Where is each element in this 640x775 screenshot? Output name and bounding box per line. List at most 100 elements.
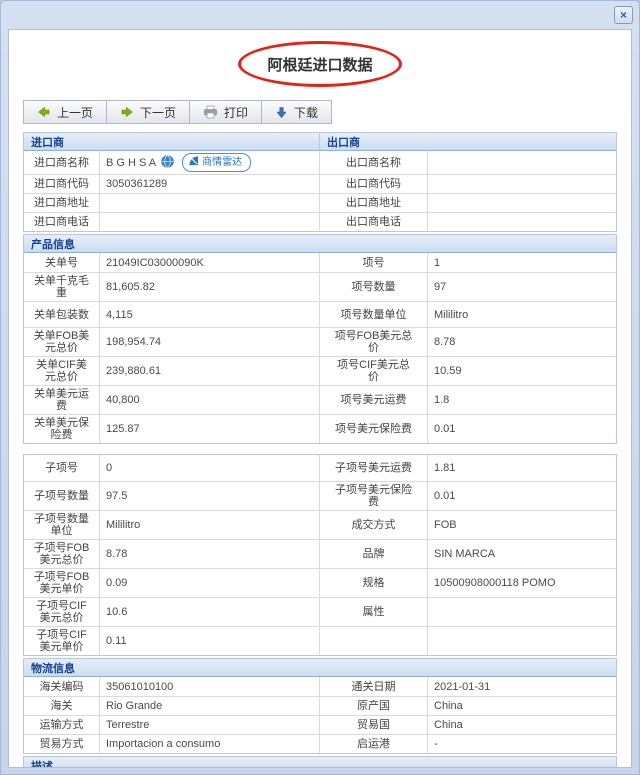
field-label: 贸易方式: [24, 735, 100, 753]
field-value: [428, 151, 616, 174]
field-label: 运输方式: [24, 716, 100, 734]
field-label: 关单CIF美元总价: [24, 357, 100, 385]
logistics-table: 物流信息 海关编码 35061010100 通关日期 2021-01-31 海关…: [23, 658, 617, 754]
field-value: 0.01: [434, 423, 456, 435]
field-value: Mililitro: [434, 308, 469, 321]
download-icon: [275, 106, 288, 119]
print-label: 打印: [224, 105, 249, 120]
table-row: 子项号 0 子项号美元运费 1.81: [24, 455, 616, 481]
prev-page-label: 上一页: [57, 105, 94, 120]
field-label: 项号CIF美元总价: [320, 357, 428, 385]
field-value: 10.6: [100, 598, 320, 626]
table-row: 关单FOB美元总价 198,954.74 项号FOB美元总价 8.78: [24, 327, 616, 356]
importer-section-header: 进口商: [24, 133, 320, 151]
field-label: 项号美元保险费: [320, 415, 428, 443]
field-label: 项号数量单位: [320, 302, 428, 327]
prev-page-icon: [37, 105, 51, 119]
radar-icon: [188, 155, 199, 170]
field-value: 0.01: [434, 490, 456, 502]
radar-badge-button[interactable]: 商情雷达: [182, 153, 252, 172]
field-label: 关单包装数: [24, 302, 100, 327]
field-label: 属性: [320, 598, 428, 626]
table-row: 进口商代码 3050361289 出口商代码: [24, 174, 616, 193]
field-value: Importacion a consumo: [100, 735, 320, 753]
field-value: 40,800: [100, 386, 320, 414]
field-label: 项号FOB美元总价: [320, 328, 428, 356]
table-row: 关单包装数 4,115 项号数量单位 Mililitro: [24, 301, 616, 327]
table-row: 进口商名称 B G H S A 商情雷达 出口商名称: [24, 151, 616, 174]
field-label: 子项号FOB美元总价: [24, 540, 100, 568]
field-value: SIN MARCA: [434, 548, 496, 560]
field-value: 10500908000118 POMO: [434, 577, 556, 589]
dialog-window: × 阿根廷进口数据 上一页 下一页 打印 下载 进口商 出口商 进口商名称 B …: [0, 0, 640, 775]
close-icon: ×: [619, 8, 627, 22]
field-value: 10.59: [434, 365, 462, 377]
field-label: 原产国: [320, 697, 428, 715]
field-label: 项号: [320, 253, 428, 272]
print-icon: [203, 105, 218, 119]
field-value: [100, 213, 320, 231]
field-value: [428, 175, 616, 193]
table-row: 子项号CIF美元总价 10.6 属性: [24, 597, 616, 626]
field-label: 海关: [24, 697, 100, 715]
field-label: 出口商地址: [320, 194, 428, 212]
field-label: 子项号美元运费: [320, 455, 428, 481]
download-button[interactable]: 下载: [262, 101, 332, 123]
table-row: 子项号数量 97.5 子项号美元保险费 0.01: [24, 481, 616, 510]
field-value: 81,605.82: [100, 273, 320, 301]
field-value: 1: [434, 256, 441, 269]
field-value: 125.87: [100, 415, 320, 443]
table-row: 海关 Rio Grande 原产国 China: [24, 696, 616, 715]
table-row: 关单美元运费 40,800 项号美元运费 1.8: [24, 385, 616, 414]
field-value: [428, 194, 616, 212]
field-label: 项号数量: [320, 273, 428, 301]
field-label: 通关日期: [320, 677, 428, 696]
page-title: 阿根廷进口数据: [267, 56, 373, 74]
close-button[interactable]: ×: [614, 6, 633, 24]
table-row: 关单号 21049IC03000090K 项号 1: [24, 253, 616, 272]
field-value: 1.8: [434, 394, 450, 406]
field-label: 出口商名称: [320, 151, 428, 174]
field-value: 4,115: [100, 302, 320, 327]
field-value: 198,954.74: [100, 328, 320, 356]
field-label: 子项号FOB美元单价: [24, 569, 100, 597]
field-label: 进口商名称: [24, 151, 100, 174]
field-value: 239,880.61: [100, 357, 320, 385]
field-label: 进口商地址: [24, 194, 100, 212]
field-value: -: [434, 738, 438, 750]
field-label: 关单号: [24, 253, 100, 272]
logistics-section-header: 物流信息: [24, 659, 616, 677]
exporter-section-header: 出口商: [320, 133, 616, 151]
field-value: 3050361289: [100, 175, 320, 193]
table-row: 子项号FOB美元单价 0.09 规格 10500908000118 POMO: [24, 568, 616, 597]
prev-page-button[interactable]: 上一页: [24, 101, 108, 123]
field-value: 1.81: [434, 462, 456, 474]
table-row: 关单CIF美元总价 239,880.61 项号CIF美元总价 10.59: [24, 356, 616, 385]
product-section-header: 产品信息: [24, 235, 616, 253]
field-value: China: [434, 700, 463, 712]
title-area: 阿根廷进口数据: [9, 41, 631, 87]
field-value: Terrestre: [100, 716, 320, 734]
print-button[interactable]: 打印: [190, 101, 263, 123]
field-value: 21049IC03000090K: [100, 253, 320, 272]
table-row: 关单美元保险费 125.87 项号美元保险费 0.01: [24, 414, 616, 443]
field-label: 子项号数量: [24, 482, 100, 510]
field-label: 海关编码: [24, 677, 100, 696]
field-label: 成交方式: [320, 511, 428, 539]
table-row: 进口商电话 出口商电话: [24, 212, 616, 231]
importer-name-value: B G H S A: [106, 156, 157, 169]
next-page-icon: [120, 105, 134, 119]
field-label: 进口商代码: [24, 175, 100, 193]
next-page-button[interactable]: 下一页: [107, 101, 191, 123]
next-page-label: 下一页: [140, 105, 177, 120]
toolbar: 上一页 下一页 打印 下载: [23, 100, 333, 124]
description-section-header: 描述: [24, 757, 616, 767]
field-label: 关单美元运费: [24, 386, 100, 414]
field-value: 97.5: [100, 482, 320, 510]
globe-icon[interactable]: [161, 154, 174, 171]
field-value: 2021-01-31: [434, 680, 491, 693]
table-row: 贸易方式 Importacion a consumo 启运港 -: [24, 734, 616, 753]
field-label: 子项号数量单位: [24, 511, 100, 539]
product-table-main: 产品信息 关单号 21049IC03000090K 项号 1 关单千克毛重 81…: [23, 234, 617, 444]
field-label: 贸易国: [320, 716, 428, 734]
